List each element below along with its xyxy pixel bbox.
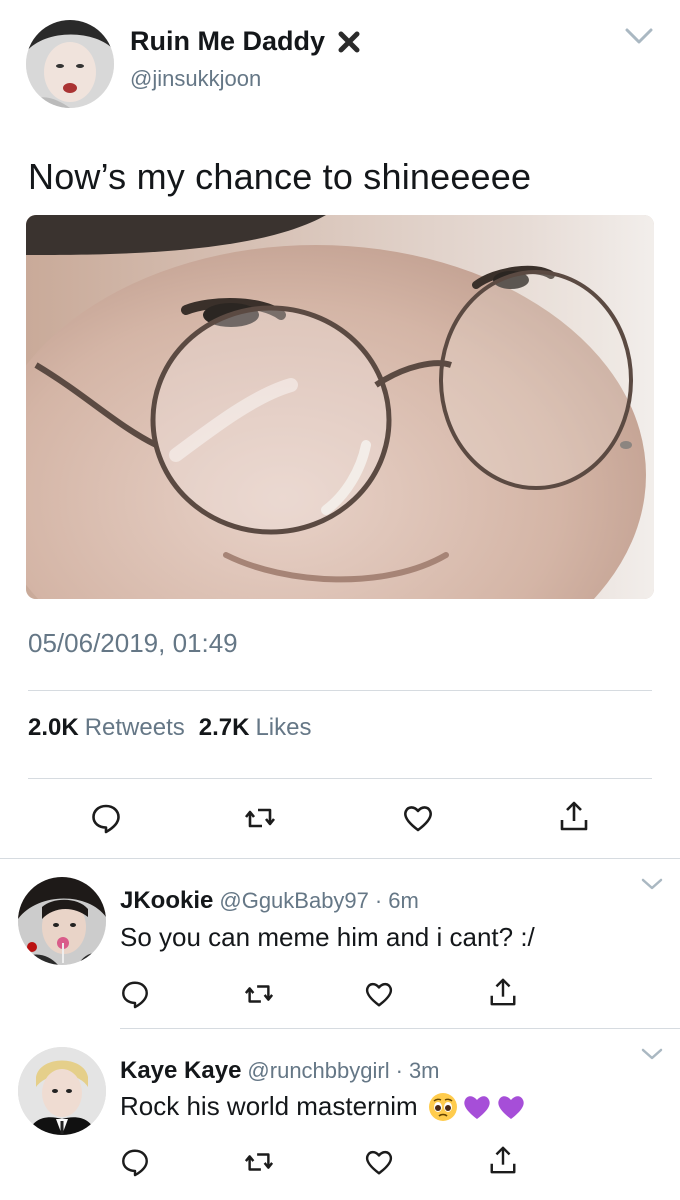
- reply-icon[interactable]: [120, 979, 150, 1009]
- reply-time: 3m: [408, 1058, 440, 1083]
- chevron-down-icon[interactable]: [640, 877, 664, 891]
- reply-text-content: Rock his world masternim: [120, 1091, 418, 1121]
- display-name[interactable]: Kaye Kaye: [120, 1057, 241, 1084]
- reply-text: Rock his world masternim: [120, 1091, 526, 1122]
- user-handle[interactable]: @runchbbygirl: [247, 1058, 389, 1083]
- display-name-text: Ruin Me Daddy: [130, 26, 326, 56]
- main-tweet[interactable]: Ruin Me Daddy @jinsukkjoon Now’s my chan…: [0, 0, 680, 858]
- tweet-timestamp: 05/06/2019, 01:49: [28, 628, 238, 658]
- reply-text-content: So you can meme him and i cant? :/: [120, 922, 535, 952]
- purple-heart-icon: [496, 1092, 526, 1122]
- separator-dot: ·: [395, 1058, 403, 1083]
- photo-face-with-glasses: [26, 215, 654, 599]
- chevron-down-icon[interactable]: [624, 26, 654, 46]
- user-handle[interactable]: @jinsukkjoon: [130, 66, 261, 92]
- avatar-image: [26, 20, 114, 108]
- reply-header: Kaye Kaye @runchbbygirl · 3m: [120, 1057, 440, 1085]
- retweets-count: 2.0K: [28, 714, 79, 741]
- tweet-text: Now’s my chance to shineeeee: [28, 156, 532, 197]
- avatar[interactable]: [18, 877, 106, 965]
- reply-header: JKookie @GgukBaby97 · 6m: [120, 887, 419, 915]
- likes-label: Likes: [255, 714, 312, 741]
- reply-icon[interactable]: [120, 1147, 150, 1177]
- retweets-stat[interactable]: 2.0K Retweets: [28, 714, 185, 742]
- share-icon[interactable]: [488, 977, 518, 1007]
- reply-text: So you can meme him and i cant? :/: [120, 922, 535, 953]
- display-name[interactable]: Ruin Me Daddy: [130, 26, 361, 57]
- likes-stat[interactable]: 2.7K Likes: [199, 714, 312, 742]
- pleading-face-icon: [428, 1092, 458, 1122]
- like-icon[interactable]: [364, 1147, 394, 1177]
- avatar[interactable]: [18, 1047, 106, 1135]
- likes-count: 2.7K: [198, 714, 250, 741]
- reply-time: 6m: [388, 888, 419, 913]
- avatar[interactable]: [26, 20, 114, 108]
- like-icon[interactable]: [364, 979, 394, 1009]
- chevron-down-icon[interactable]: [640, 1047, 664, 1061]
- reply-tweet[interactable]: Kaye Kaye @runchbbygirl · 3m Rock his world…: [0, 1029, 680, 1200]
- share-icon[interactable]: [488, 1145, 518, 1175]
- share-icon[interactable]: [558, 800, 590, 832]
- avatar-image: [18, 877, 106, 965]
- retweets-label: Retweets: [84, 714, 185, 741]
- retweet-icon[interactable]: [244, 1147, 274, 1177]
- tweet-stats: 2.0K Retweets 2.7K Likes: [28, 714, 311, 742]
- divider: [28, 778, 652, 779]
- retweet-icon[interactable]: [244, 802, 276, 834]
- user-handle[interactable]: @GgukBaby97: [219, 888, 369, 913]
- reply-icon[interactable]: [90, 802, 122, 834]
- x-mark-icon: [337, 30, 361, 54]
- avatar-image: [18, 1047, 106, 1135]
- purple-heart-icon: [462, 1092, 492, 1122]
- divider: [28, 690, 652, 691]
- retweet-icon[interactable]: [244, 979, 274, 1009]
- separator-dot: ·: [374, 888, 383, 913]
- like-icon[interactable]: [402, 802, 434, 834]
- display-name[interactable]: JKookie: [120, 887, 213, 914]
- reply-tweet[interactable]: JKookie @GgukBaby97 · 6m So you can meme hi…: [0, 859, 680, 1029]
- tweet-media-image[interactable]: [26, 215, 654, 599]
